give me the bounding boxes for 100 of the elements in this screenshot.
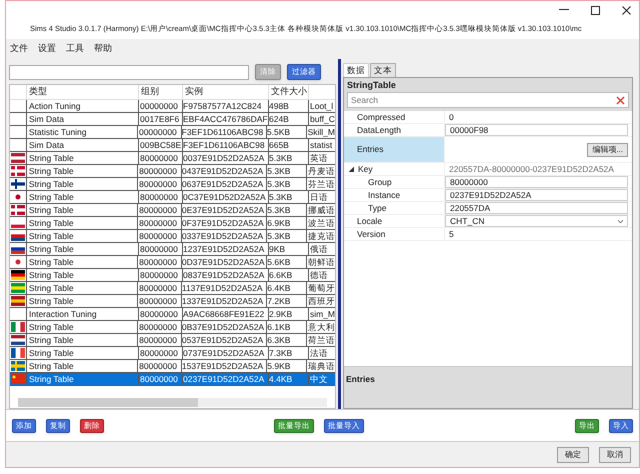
table-cell: 俄语: [308, 242, 335, 256]
table-row[interactable]: Statistic Tuning 00000000 F3EF1D61106ABC98 5.5KB Skill_M: [10, 126, 335, 139]
table-cell: 80000000: [137, 178, 181, 190]
flag-icon: [11, 374, 25, 384]
table-cell: 6.3KB: [266, 334, 306, 346]
column-header[interactable]: 实例: [182, 85, 268, 99]
clear-icon[interactable]: [616, 96, 625, 104]
table-cell: 0017E8F6: [138, 112, 182, 126]
table-cell: 665B: [268, 138, 308, 152]
table-row[interactable]: String Table 80000000 1337E91D52D2A52A 7.2KB 西班牙: [10, 295, 335, 308]
table-row[interactable]: String Table 80000000 0337E91D52D2A52A 5.3KB 捷克语: [10, 230, 335, 243]
table-cell: 瑞典语: [306, 360, 335, 372]
table-cell: 5.3KB: [266, 230, 306, 242]
input-field[interactable]: 80000000: [445, 176, 628, 188]
table-cell: 0E37E91D52D2A52A: [180, 204, 266, 216]
maximize-icon[interactable]: [591, 6, 600, 14]
table-row[interactable]: Sim Data 009BC58E F3EF1D61106ABC98 665B statist: [10, 139, 335, 152]
close-icon[interactable]: [622, 6, 631, 14]
table-cell: 9KB: [268, 242, 308, 256]
table-row[interactable]: String Table 80000000 0F37E91D52D2A52A 6.9KB 波兰语: [10, 217, 335, 230]
dialog-button[interactable]: 确定: [557, 446, 589, 462]
column-header[interactable]: 类型: [26, 85, 138, 99]
table-row[interactable]: Action Tuning 00000000 F97587577A12C824 498B Loot_l: [10, 100, 335, 113]
menu-item[interactable]: 帮助: [94, 42, 112, 56]
table-cell: 80000000: [138, 346, 182, 360]
table-cell: 1537E91D52D2A52A: [180, 360, 266, 372]
table-cell: String Table: [26, 204, 138, 216]
flag-icon: [10, 296, 25, 306]
locale-dropdown[interactable]: CHT_CN: [445, 215, 628, 227]
search-field[interactable]: Search: [347, 92, 629, 108]
caret-icon: [618, 220, 623, 222]
table-cell: Interaction Tuning: [26, 308, 138, 320]
table-cell: String Table: [26, 178, 138, 190]
table-row[interactable]: String Table 80000000 0437E91D52D2A52A 5.3KB 丹麦语: [10, 165, 335, 178]
table-cell: Sim Data: [26, 112, 138, 126]
table-cell: 0637E91D52D2A52A: [180, 178, 266, 190]
table-cell: 80000000: [137, 360, 181, 372]
table-cell: String Table: [26, 294, 138, 308]
table-cell: 80000000: [137, 204, 181, 216]
table-cell: String Table: [26, 164, 138, 178]
minimize-icon[interactable]: [559, 9, 569, 11]
table-cell: 日语: [308, 190, 335, 204]
input-field[interactable]: 00000F98: [445, 124, 628, 136]
column-header[interactable]: 组别: [138, 85, 182, 99]
table-row[interactable]: String Table 80000000 0737E91D52D2A52A 7.3KB 法语: [10, 347, 335, 360]
table-row[interactable]: String Table 80000000 0537E91D52D2A52A 6.3KB 荷兰语: [10, 334, 335, 347]
menu-item[interactable]: 文件: [10, 42, 28, 56]
table-cell: 00000000: [138, 100, 182, 112]
table-cell: 00000000: [136, 126, 181, 138]
table-cell: F3EF1D61106ABC98: [182, 138, 268, 152]
table-cell: String Table: [26, 190, 138, 204]
table-row[interactable]: String Table 80000000 1137E91D52D2A52A 6.4KB 葡萄牙: [10, 282, 335, 295]
table-cell: 波兰语: [306, 216, 335, 230]
table-cell: sim_M: [308, 308, 335, 320]
input-field[interactable]: 220557DA: [445, 202, 628, 214]
table-row[interactable]: Sim Data 0017E8F6 EBF4ACC476786DAF 624B buff_C: [10, 113, 335, 126]
table-cell: 0037E91D52D2A52A: [182, 152, 268, 164]
table-cell: 80000000: [138, 190, 182, 204]
table-cell: Sim Data: [26, 138, 138, 152]
table-cell: 6.1KB: [266, 320, 306, 334]
table-row[interactable]: String Table 80000000 0D37E91D52D2A52A 5.6KB 朝鲜语: [10, 256, 335, 269]
table-row[interactable]: String Table 80000000 1237E91D52D2A52A 9KB 俄语: [10, 243, 335, 256]
menu-item[interactable]: 工具: [66, 42, 84, 56]
table-cell: 80000000: [137, 230, 181, 242]
table-cell: 0437E91D52D2A52A: [180, 164, 266, 178]
property-name: Type: [367, 202, 388, 214]
menu-item[interactable]: 设置: [38, 42, 56, 56]
tab[interactable]: 文本: [370, 63, 396, 77]
table-row[interactable]: String Table 80000000 0E37E91D52D2A52A 5.3KB 挪威语: [10, 204, 335, 217]
filter-field[interactable]: [9, 64, 249, 80]
table-cell: 0F37E91D52D2A52A: [180, 216, 266, 230]
tab[interactable]: 数据: [343, 63, 369, 77]
property-name: Entries: [344, 137, 444, 162]
table-cell: String Table: [26, 320, 138, 334]
table-cell: 80000000: [137, 294, 181, 308]
dialog-button[interactable]: 取消: [599, 446, 631, 462]
table-cell: buff_C: [308, 112, 335, 126]
table-cell: Statistic Tuning: [26, 126, 137, 138]
edit-items-button[interactable]: 编辑项...: [587, 142, 628, 156]
input-field[interactable]: 0237E91D52D2A52A: [445, 189, 628, 201]
table-row[interactable]: String Table 80000000 0837E91D52D2A52A 6.6KB 德语: [10, 269, 335, 282]
table-cell: Action Tuning: [26, 100, 138, 112]
table-row[interactable]: String Table 80000000 0637E91D52D2A52A 5.3KB 芬兰语: [10, 178, 335, 191]
table-row[interactable]: String Table 80000000 0B37E91D52D2A52A 6.1KB 意大利: [10, 321, 335, 334]
column-header[interactable]: 文件大小: [268, 85, 308, 99]
table-row[interactable]: String Table 80000000 0C37E91D52D2A52A 5.3KB 日语: [10, 191, 335, 204]
table-row[interactable]: String Table 80000000 0237E91D52D2A52A 4.4KB 中文: [10, 373, 335, 386]
table-cell: String Table: [26, 256, 138, 268]
table-cell: 1337E91D52D2A52A: [180, 294, 266, 308]
table-cell: 0337E91D52D2A52A: [180, 230, 266, 242]
property-name: Compressed: [356, 111, 406, 123]
table-row[interactable]: String Table 80000000 0037E91D52D2A52A 5.3KB 英语: [10, 152, 335, 165]
horizontal-scrollbar[interactable]: [18, 398, 327, 407]
expand-toggle-icon[interactable]: [349, 166, 354, 172]
table-row[interactable]: Interaction Tuning 80000000 A9AC68668FE91E22 2.9KB sim_M: [10, 308, 335, 321]
table-cell: statist: [308, 138, 335, 152]
table-cell: String Table: [26, 360, 138, 372]
table-cell: 80000000: [137, 320, 181, 334]
table-cell: 0237E91D52D2A52A: [182, 372, 268, 386]
table-cell: 1137E91D52D2A52A: [180, 282, 266, 294]
